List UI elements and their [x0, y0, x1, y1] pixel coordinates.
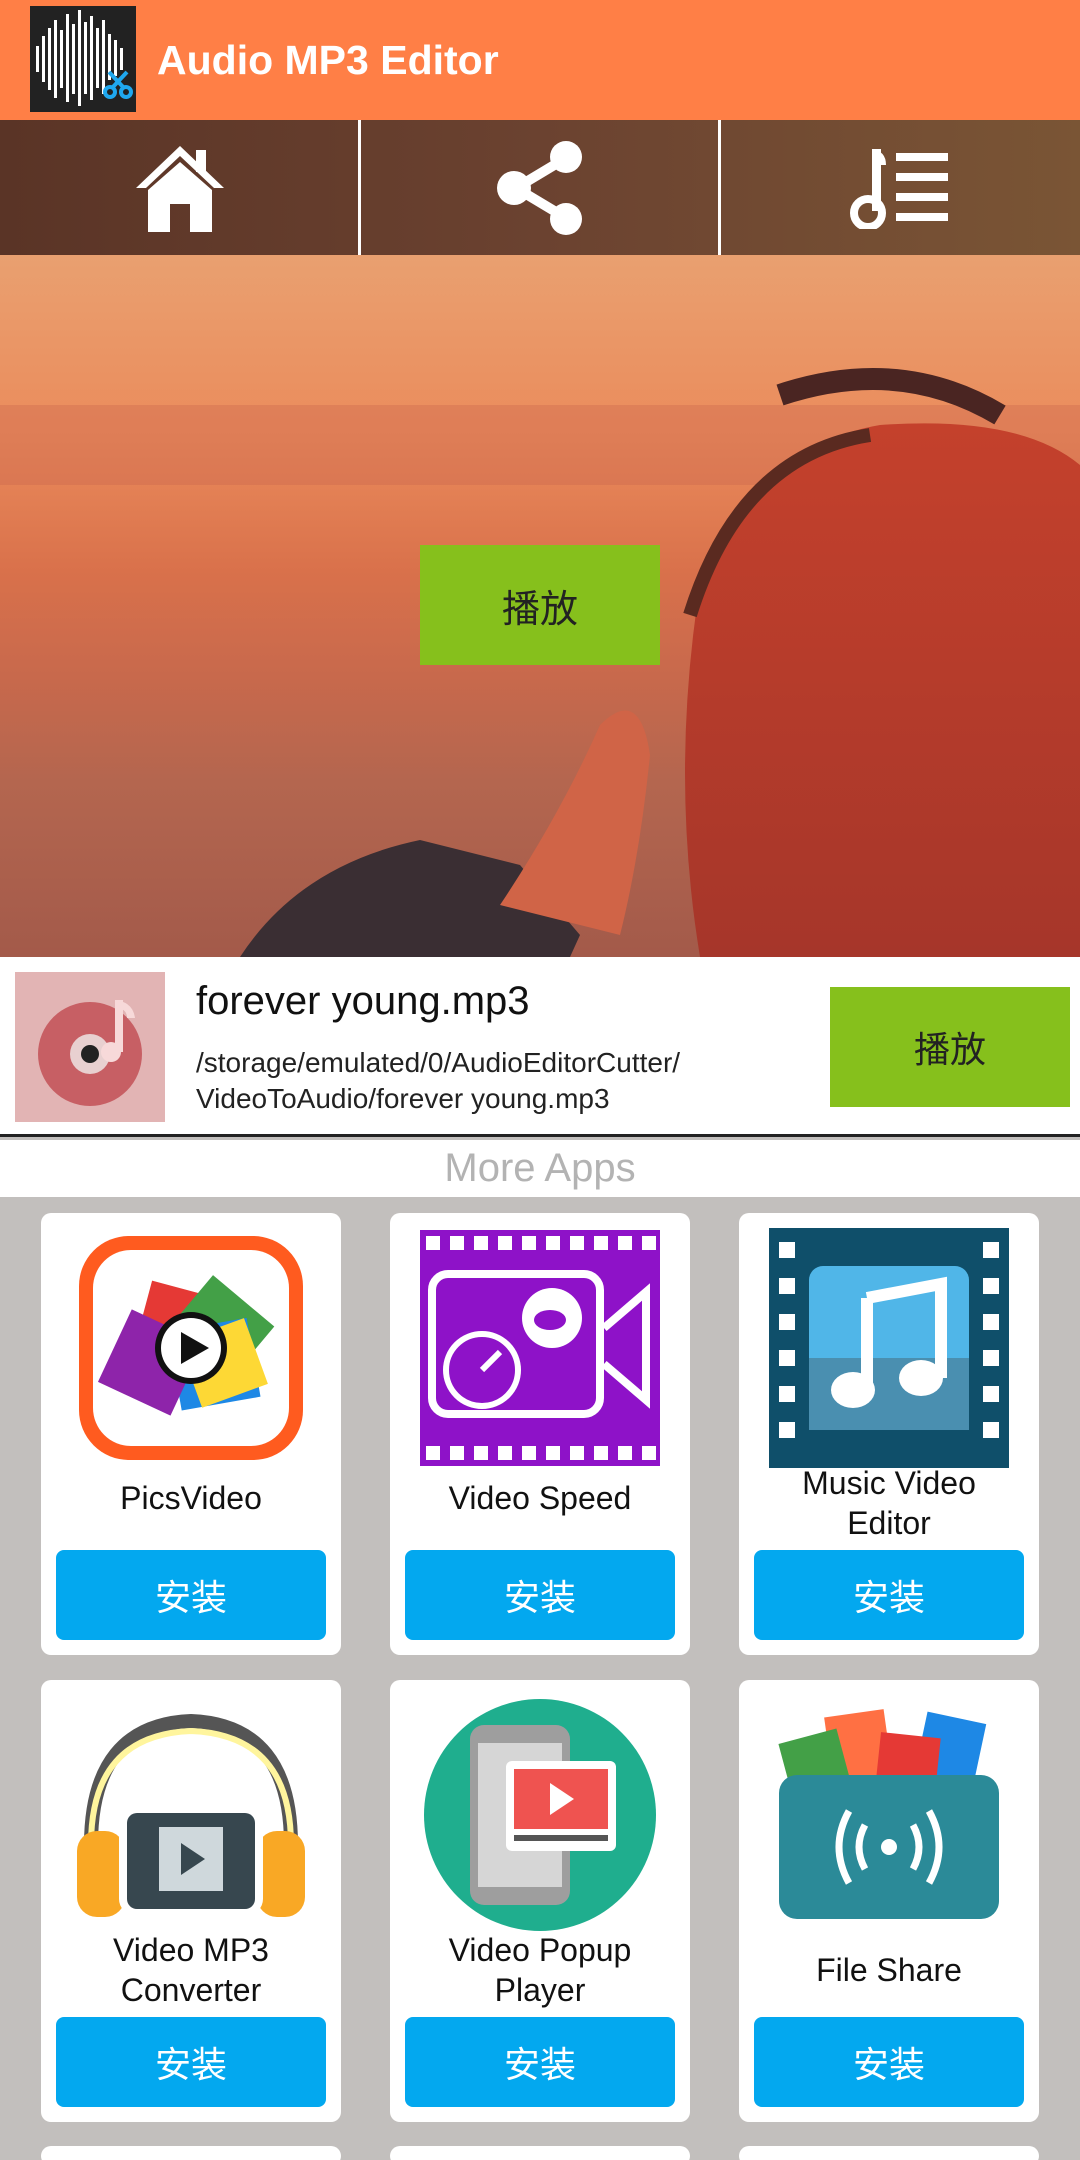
app-name-line1: Music Video [802, 1465, 976, 1501]
home-icon [136, 145, 224, 232]
app-card-video-popup-player[interactable]: Video Popup Player 安装 [390, 1680, 690, 2122]
app-name: Video Popup Player [390, 1930, 690, 2010]
app-card-partial [41, 2146, 341, 2160]
app-card-music-video-editor[interactable]: Music Video Editor 安装 [739, 1213, 1039, 1655]
track-play-button[interactable]: 播放 [830, 987, 1070, 1107]
app-bar: Audio MP3 Editor [0, 0, 1080, 120]
video-mp3-converter-icon [71, 1695, 311, 1935]
share-icon [497, 140, 582, 235]
hero-banner: 播放 [0, 255, 1080, 957]
music-video-editor-icon [769, 1228, 1009, 1468]
more-apps-header: More Apps [0, 1140, 1080, 1197]
app-name: Music Video Editor [739, 1463, 1039, 1543]
app-name-line1: Video Popup [448, 1932, 632, 1968]
app-logo-icon [30, 6, 136, 112]
app-card-video-mp3-converter[interactable]: Video MP3 Converter 安装 [41, 1680, 341, 2122]
nav-home-button[interactable] [0, 120, 360, 255]
top-nav-bar [0, 120, 1080, 255]
app-name-line1: Video MP3 [113, 1932, 269, 1968]
app-name-line2: Converter [120, 1972, 262, 2008]
picsvideo-icon [71, 1228, 311, 1468]
hero-play-button[interactable]: 播放 [420, 545, 660, 665]
install-button[interactable]: 安装 [56, 2017, 326, 2107]
app-card-file-share[interactable]: File Share 安装 [739, 1680, 1039, 2122]
video-popup-player-icon [420, 1695, 660, 1935]
app-title: Audio MP3 Editor [157, 37, 499, 83]
install-button[interactable]: 安装 [754, 2017, 1024, 2107]
app-card-partial [739, 2146, 1039, 2160]
install-button[interactable]: 安装 [56, 1550, 326, 1640]
install-button[interactable]: 安装 [405, 1550, 675, 1640]
track-path-line2: VideoToAudio/forever young.mp3 [196, 1083, 610, 1114]
app-name: Video Speed [448, 1480, 632, 1516]
music-disc-icon [15, 972, 165, 1122]
nav-share-button[interactable] [360, 120, 720, 255]
app-name: PicsVideo [120, 1480, 262, 1516]
app-card-partial [390, 2146, 690, 2160]
app-name-line2: Player [494, 1972, 586, 2008]
app-card-video-speed[interactable]: Video Speed 安装 [390, 1213, 690, 1655]
playlist-icon [850, 148, 948, 229]
track-path: /storage/emulated/0/AudioEditorCutter/ V… [196, 1045, 796, 1117]
app-name: Video MP3 Converter [41, 1930, 341, 2010]
now-playing-panel: forever young.mp3 /storage/emulated/0/Au… [0, 957, 1080, 1137]
track-title: forever young.mp3 [196, 979, 530, 1023]
install-button[interactable]: 安装 [754, 1550, 1024, 1640]
app-name: File Share [816, 1952, 962, 1988]
video-speed-icon [420, 1228, 660, 1468]
file-share-icon [769, 1695, 1009, 1935]
nav-playlist-button[interactable] [720, 120, 1080, 255]
track-path-line1: /storage/emulated/0/AudioEditorCutter/ [196, 1047, 681, 1078]
install-button[interactable]: 安装 [405, 2017, 675, 2107]
app-card-picsvideo[interactable]: PicsVideo 安装 [41, 1213, 341, 1655]
app-name-line2: Editor [847, 1505, 931, 1541]
